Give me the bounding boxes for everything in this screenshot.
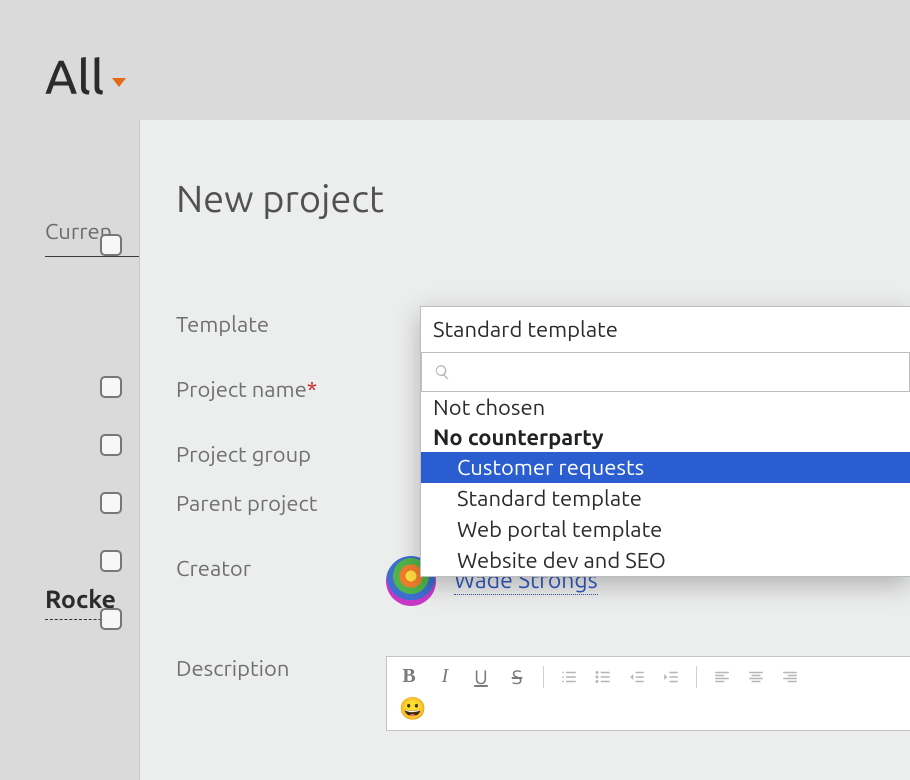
- modal-title: New project: [140, 120, 910, 220]
- required-asterisk: *: [307, 377, 317, 402]
- rte-emoji-button[interactable]: 😀: [387, 694, 910, 730]
- row-checkbox[interactable]: [100, 550, 122, 572]
- rte-toolbar: B I U S: [387, 657, 910, 694]
- label-project-group: Project group: [176, 442, 386, 467]
- row-checkbox[interactable]: [100, 608, 122, 630]
- label-description: Description: [176, 656, 386, 681]
- template-option-group: No counterparty: [421, 423, 910, 452]
- search-icon: [434, 363, 451, 381]
- checkbox-column: [100, 234, 122, 630]
- label-template: Template: [176, 312, 386, 337]
- align-left-icon[interactable]: [713, 668, 731, 686]
- rte-bold-button[interactable]: B: [399, 665, 419, 688]
- new-project-modal: New project Template Project name* Proje…: [140, 120, 910, 780]
- align-center-icon[interactable]: [747, 668, 765, 686]
- template-option-web-portal[interactable]: Web portal template: [421, 514, 910, 545]
- row-checkbox[interactable]: [100, 376, 122, 398]
- template-option-standard-template[interactable]: Standard template: [421, 483, 910, 514]
- bulleted-list-icon[interactable]: [594, 668, 612, 686]
- align-right-icon[interactable]: [781, 668, 799, 686]
- template-option-not-chosen[interactable]: Not chosen: [421, 392, 910, 423]
- rte-underline-button[interactable]: U: [471, 665, 491, 688]
- rte-separator: [696, 666, 697, 688]
- template-selected-value[interactable]: Standard template: [421, 307, 910, 352]
- label-project-name-text: Project name: [176, 377, 307, 402]
- caret-down-icon: [112, 78, 126, 87]
- label-project-name: Project name*: [176, 377, 386, 402]
- rte-italic-button[interactable]: I: [435, 665, 455, 688]
- indent-icon[interactable]: [662, 668, 680, 686]
- rte-strike-button[interactable]: S: [507, 665, 527, 688]
- filter-title-row[interactable]: All: [45, 50, 910, 104]
- template-option-customer-requests[interactable]: Customer requests: [421, 452, 910, 483]
- outdent-icon[interactable]: [628, 668, 646, 686]
- template-dropdown-panel: Standard template Not chosen No counterp…: [420, 306, 910, 577]
- row-checkbox[interactable]: [100, 434, 122, 456]
- label-creator: Creator: [176, 556, 386, 581]
- rich-text-editor: B I U S 😀: [386, 656, 910, 731]
- rte-separator: [543, 666, 544, 688]
- template-search-input[interactable]: [461, 361, 909, 384]
- row-checkbox[interactable]: [100, 492, 122, 514]
- label-parent-project: Parent project: [176, 491, 386, 516]
- numbered-list-icon[interactable]: [560, 668, 578, 686]
- row-description: Description B I U S 😀: [140, 656, 910, 731]
- template-search-row: [421, 352, 910, 392]
- template-option-website-dev-seo[interactable]: Website dev and SEO: [421, 545, 910, 576]
- filter-title: All: [45, 50, 104, 104]
- row-checkbox[interactable]: [100, 234, 122, 256]
